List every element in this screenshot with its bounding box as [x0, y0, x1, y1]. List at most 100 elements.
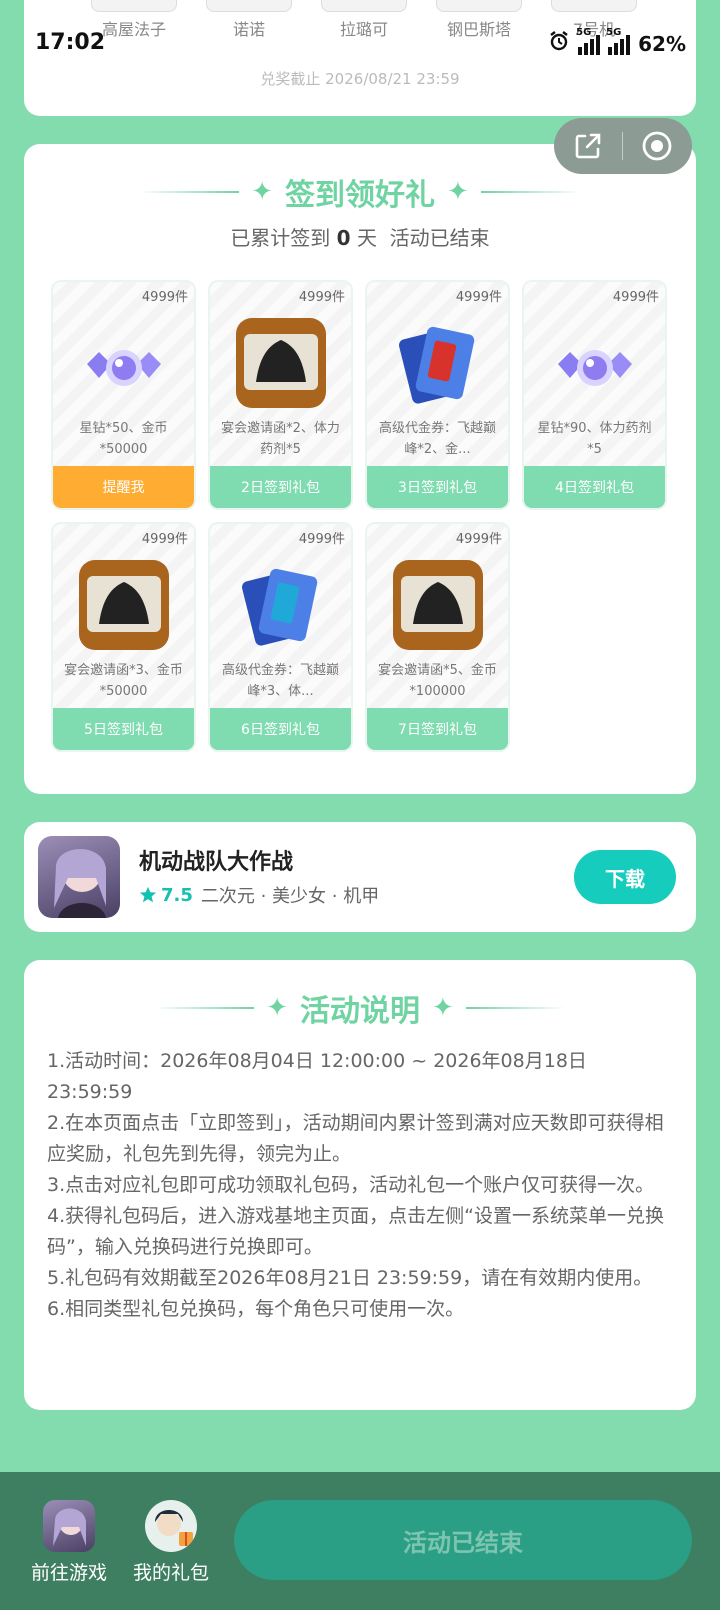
- gift-stock: 4999件: [298, 290, 345, 305]
- checkin-card: ✦ 签到领好礼 ✦ 已累计签到 0 天 活动已结束 4999件 星钻*50、金币…: [24, 144, 696, 794]
- gift-card[interactable]: 4999件 宴会邀请函*2、体力药剂*5 2日签到礼包: [208, 280, 353, 510]
- record-icon: [642, 131, 672, 161]
- rule-item: 5.礼包码有效期截至2026年08月21日 23:59:59，请在有效期内使用。: [47, 1267, 653, 1289]
- network-type: 5G: [606, 26, 622, 38]
- prize-name: 钢巴斯塔: [446, 20, 511, 39]
- bottom-bar: 前往游戏 我的礼包 活动已结束: [0, 1472, 720, 1610]
- prize-item[interactable]: 钢巴斯塔: [429, 0, 529, 40]
- checkin-summary: 已累计签到 0 天 活动已结束: [24, 222, 696, 251]
- share-icon: [575, 133, 601, 159]
- rule-item: 1.活动时间：2026年08月04日 12:00:00 ~ 2026年08月18…: [47, 1050, 587, 1103]
- diamond-icon: [86, 350, 161, 386]
- gift-card[interactable]: 4999件 宴会邀请函*5、金币*100000 7日签到礼包: [365, 522, 510, 752]
- title-decor-line: [465, 1007, 566, 1009]
- prize-name: 拉璐可: [339, 20, 388, 39]
- prize-item[interactable]: 拉璐可: [314, 0, 414, 40]
- voucher-cards-icon: [398, 326, 474, 404]
- gift-stock: 4999件: [455, 290, 502, 305]
- gift-description: 宴会邀请函*2、体力药剂*5: [221, 421, 340, 457]
- rule-item: 2.在本页面点击「立即签到」，活动期间内累计签到满对应天数即可获得相应奖励，礼包…: [47, 1112, 664, 1165]
- network-type: 5G: [576, 26, 592, 38]
- day-3-gift-button[interactable]: 3日签到礼包: [367, 466, 508, 508]
- gift-card[interactable]: 4999件 星钻*50、金币*50000 提醒我: [51, 280, 196, 510]
- gift-description: 宴会邀请函*3、金币*50000: [64, 663, 183, 699]
- go-to-game-label: 前往游戏: [30, 1562, 107, 1584]
- prize-thumbnail: [91, 0, 177, 12]
- prize-card-partial: 高屋法子 诺诺 拉璐可 钢巴斯塔 7号机 兑奖截止 2026/08/21 23:…: [24, 0, 696, 116]
- gift-stock: 4999件: [612, 290, 659, 305]
- invitation-card-icon: [392, 560, 483, 650]
- gift-description: 宴会邀请函*5、金币*100000: [378, 663, 497, 699]
- avatar: [145, 1500, 197, 1552]
- checkin-title: ✦ 签到领好礼 ✦: [24, 170, 696, 214]
- gift-description: 高级代金券：飞越巅峰*2、金...: [378, 421, 496, 457]
- alarm-icon: [548, 30, 570, 57]
- close-button[interactable]: [623, 118, 691, 174]
- sparkle-icon: ✦: [251, 177, 273, 207]
- status-indicators: 5G 5G 62%: [548, 27, 686, 57]
- game-app-icon[interactable]: [38, 836, 120, 918]
- activity-status: 活动已结束: [389, 226, 490, 250]
- checkin-prefix: 已累计签到: [230, 226, 331, 250]
- rules-list: 1.活动时间：2026年08月04日 12:00:00 ~ 2026年08月18…: [47, 1046, 667, 1325]
- gift-stock: 4999件: [455, 532, 502, 547]
- sparkle-icon: ✦: [266, 993, 288, 1023]
- gift-description: 高级代金券：飞越巅峰*3、体...: [221, 663, 339, 699]
- go-to-game-button[interactable]: 前往游戏: [24, 1500, 114, 1585]
- checkin-days: 0: [336, 226, 351, 250]
- gift-card[interactable]: 4999件 星钻*90、体力药剂*5 4日签到礼包: [522, 280, 667, 510]
- day-2-gift-button[interactable]: 2日签到礼包: [210, 466, 351, 508]
- rules-title-text: 活动说明: [300, 994, 420, 1029]
- voucher-cards-icon: [241, 568, 317, 646]
- my-gifts-button[interactable]: 我的礼包: [126, 1500, 216, 1585]
- game-name: 机动战队大作战: [139, 850, 294, 875]
- prize-thumbnail: [436, 0, 522, 12]
- gift-card[interactable]: 4999件 高级代金券：飞越巅峰*2、金... 3日签到礼包: [365, 280, 510, 510]
- gift-stock: 4999件: [298, 532, 345, 547]
- prize-thumbnail: [206, 0, 292, 12]
- prize-name: 诺诺: [232, 20, 265, 39]
- sparkle-icon: ✦: [447, 177, 469, 207]
- checkin-title-text: 签到领好礼: [285, 178, 435, 213]
- invitation-card-icon: [78, 560, 169, 650]
- gift-card[interactable]: 4999件 宴会邀请函*3、金币*50000 5日签到礼包: [51, 522, 196, 752]
- title-decor-line: [480, 191, 581, 193]
- game-tags: 二次元 · 美少女 · 机甲: [200, 886, 380, 907]
- invitation-card-icon: [235, 318, 326, 408]
- diamond-icon: [557, 350, 632, 386]
- gift-description: 星钻*50、金币*50000: [79, 421, 168, 457]
- mini-program-capsule: [554, 118, 692, 174]
- rules-card: ✦ 活动说明 ✦ 1.活动时间：2026年08月04日 12:00:00 ~ 2…: [24, 960, 696, 1410]
- checkin-unit: 天: [356, 226, 377, 250]
- download-button[interactable]: 下载: [574, 850, 676, 904]
- remind-me-button[interactable]: 提醒我: [53, 466, 194, 508]
- battery-level: 62%: [638, 31, 686, 56]
- game-app-icon: [43, 1500, 95, 1552]
- game-rating: 7.5: [139, 885, 193, 906]
- rules-title: ✦ 活动说明 ✦: [24, 986, 696, 1030]
- game-card[interactable]: 机动战队大作战 7.5 二次元 · 美少女 · 机甲 下载: [24, 822, 696, 932]
- activity-ended-button[interactable]: 活动已结束: [234, 1500, 692, 1580]
- rule-item: 3.点击对应礼包即可成功领取礼包码，活动礼包一个账户仅可获得一次。: [47, 1174, 655, 1196]
- share-button[interactable]: [554, 118, 622, 174]
- game-rating-value: 7.5: [161, 884, 193, 906]
- day-7-gift-button[interactable]: 7日签到礼包: [367, 708, 508, 750]
- gift-stock: 4999件: [141, 290, 188, 305]
- gift-card[interactable]: 4999件 高级代金券：飞越巅峰*3、体... 6日签到礼包: [208, 522, 353, 752]
- signal-icon: 5G: [576, 27, 601, 55]
- rule-item: 6.相同类型礼包兑换码，每个角色只可使用一次。: [47, 1298, 465, 1320]
- star-icon: [139, 886, 157, 903]
- gift-grid: 4999件 星钻*50、金币*50000 提醒我 4999件 宴会邀请函*2、体…: [51, 280, 671, 752]
- prize-item[interactable]: 诺诺: [199, 0, 299, 40]
- prize-thumbnail: [321, 0, 407, 12]
- day-5-gift-button[interactable]: 5日签到礼包: [53, 708, 194, 750]
- redeem-deadline: 兑奖截止 2026/08/21 23:59: [260, 70, 460, 88]
- sparkle-icon: ✦: [432, 993, 454, 1023]
- signal-icon: 5G: [606, 27, 631, 55]
- day-4-gift-button[interactable]: 4日签到礼包: [524, 466, 665, 508]
- day-6-gift-button[interactable]: 6日签到礼包: [210, 708, 351, 750]
- gift-stock: 4999件: [141, 532, 188, 547]
- rule-item: 4.获得礼包码后，进入游戏基地主页面，点击左侧“设置一系统菜单一兑换码”，输入兑…: [47, 1205, 664, 1258]
- my-gifts-label: 我的礼包: [132, 1562, 209, 1584]
- prize-thumbnail: [551, 0, 637, 12]
